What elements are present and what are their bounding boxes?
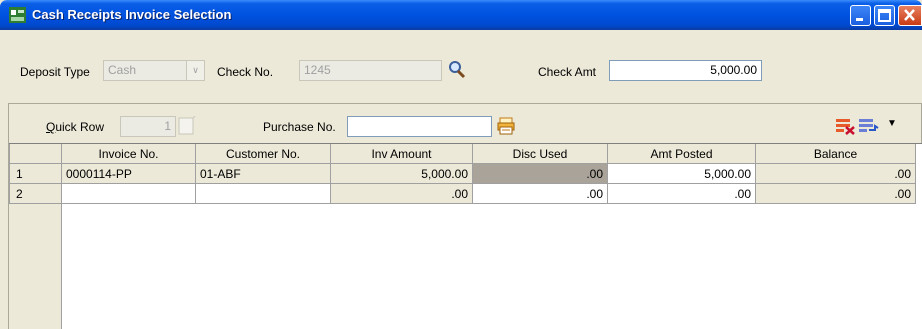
delete-rows-icon[interactable]: [835, 117, 857, 135]
purchase-no-input[interactable]: [347, 116, 492, 137]
balance-cell[interactable]: .00: [755, 163, 916, 184]
column-header-inv-amount[interactable]: Inv Amount: [330, 144, 473, 164]
column-header-invoice-no[interactable]: Invoice No.: [61, 144, 196, 164]
disc-used-cell[interactable]: .00: [472, 183, 608, 204]
table-row[interactable]: 2 .00 .00 .00 .00: [9, 183, 916, 204]
search-icon[interactable]: [447, 60, 467, 80]
inv-amount-cell[interactable]: .00: [330, 183, 473, 204]
check-no-label: Check No.: [217, 65, 274, 79]
column-header-balance[interactable]: Balance: [755, 144, 916, 164]
chevron-down-icon[interactable]: ∨: [186, 61, 204, 80]
check-no-input[interactable]: 1245: [299, 60, 442, 81]
customer-no-cell[interactable]: 01-ABF: [195, 163, 331, 184]
deposit-type-label: Deposit Type: [20, 65, 90, 79]
app-icon: [9, 7, 26, 23]
row-number[interactable]: 2: [9, 183, 62, 204]
amt-posted-cell[interactable]: .00: [607, 183, 756, 204]
quick-row-label: Quick Row: [46, 120, 105, 134]
quick-row-input[interactable]: 1: [120, 116, 176, 137]
row-number[interactable]: 1: [9, 163, 62, 184]
disc-used-cell[interactable]: .00: [472, 163, 608, 184]
balance-cell[interactable]: .00: [755, 183, 916, 204]
invoice-grid: Invoice No. Customer No. Inv Amount Disc…: [9, 143, 922, 329]
chevron-down-icon[interactable]: ▼: [887, 118, 897, 129]
column-header-amt-posted[interactable]: Amt Posted: [607, 144, 756, 164]
invoice-table: Invoice No. Customer No. Inv Amount Disc…: [9, 144, 916, 204]
invoice-no-cell[interactable]: [61, 183, 196, 204]
table-row[interactable]: 1 0000114-PP 01-ABF 5,000.00 .00 5,000.0…: [9, 163, 916, 184]
maximize-icon: [878, 9, 891, 22]
minimize-button[interactable]: [850, 5, 871, 26]
column-header-customer-no[interactable]: Customer No.: [195, 144, 331, 164]
row-header-strip: [9, 203, 62, 329]
invoice-no-cell[interactable]: 0000114-PP: [61, 163, 196, 184]
column-header-disc-used[interactable]: Disc Used: [472, 144, 608, 164]
table-header-row: Invoice No. Customer No. Inv Amount Disc…: [9, 144, 916, 164]
quick-row-checkbox-icon[interactable]: [178, 116, 200, 136]
grid-toolbar: Quick Row 1 Purchase No. ▼: [9, 104, 922, 143]
inv-amount-cell[interactable]: 5,000.00: [330, 163, 473, 184]
corner-header: [9, 144, 62, 164]
customer-no-cell[interactable]: [195, 183, 331, 204]
deposit-type-select[interactable]: Cash ∨: [103, 60, 205, 81]
printer-lookup-icon[interactable]: [497, 117, 515, 135]
title-bar[interactable]: Cash Receipts Invoice Selection: [0, 0, 922, 30]
close-icon: [904, 9, 915, 21]
close-button[interactable]: [898, 5, 922, 26]
insert-rows-icon[interactable]: [858, 117, 880, 135]
purchase-no-label: Purchase No.: [263, 120, 336, 134]
maximize-button[interactable]: [874, 5, 895, 26]
cash-receipts-invoice-selection-window: Cash Receipts Invoice Selection Deposit …: [0, 0, 922, 329]
amt-posted-cell[interactable]: 5,000.00: [607, 163, 756, 184]
minimize-icon: [856, 18, 863, 21]
check-amt-input[interactable]: 5,000.00: [609, 60, 762, 81]
check-amt-label: Check Amt: [538, 65, 597, 79]
deposit-type-value: Cash: [108, 63, 137, 77]
window-title: Cash Receipts Invoice Selection: [32, 7, 232, 22]
invoice-grid-panel: Quick Row 1 Purchase No. ▼ Invoice No. C…: [8, 103, 922, 329]
